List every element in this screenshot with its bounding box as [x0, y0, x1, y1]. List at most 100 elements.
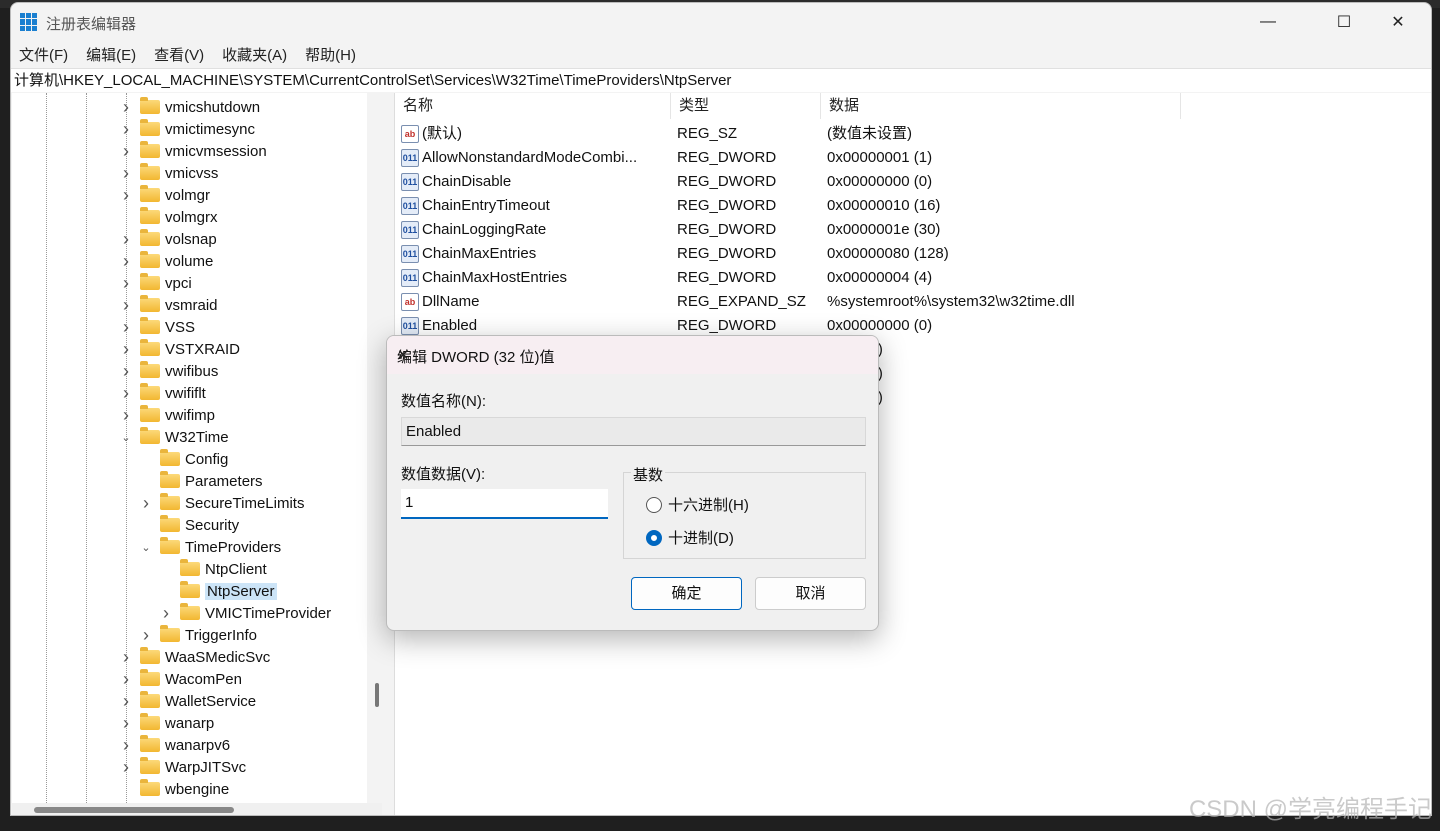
chevron-right-icon[interactable]: ›: [120, 339, 132, 360]
value-row[interactable]: 011 AllowNonstandardModeCombi... REG_DWORD…: [395, 146, 1395, 170]
tree-item[interactable]: Config: [140, 448, 228, 470]
chevron-right-icon[interactable]: ›: [120, 317, 132, 338]
chevron-right-icon[interactable]: ›: [120, 295, 132, 316]
tree-vertical-scrollbar[interactable]: [371, 93, 383, 803]
chevron-down-icon[interactable]: ⌄: [120, 431, 132, 444]
menu-view[interactable]: 查看(V): [154, 44, 204, 65]
menu-edit[interactable]: 编辑(E): [86, 44, 136, 65]
folder-icon: [140, 251, 160, 268]
dword-value-icon: 011: [401, 197, 419, 215]
tree-item[interactable]: › WarpJITSvc: [120, 756, 246, 778]
tree-item[interactable]: › vwifibus: [120, 360, 218, 382]
folder-icon: [140, 273, 160, 290]
tree-item[interactable]: › VMICTimeProvider: [160, 602, 331, 624]
tree-item[interactable]: › VSS: [120, 316, 195, 338]
chevron-right-icon[interactable]: ›: [120, 691, 132, 712]
tree-item[interactable]: wbengine: [120, 778, 229, 800]
tree-item[interactable]: › wanarp: [120, 712, 214, 734]
chevron-right-icon[interactable]: ›: [120, 97, 132, 118]
address-bar[interactable]: 计算机\HKEY_LOCAL_MACHINE\SYSTEM\CurrentCon…: [11, 68, 1431, 92]
tree-item[interactable]: › vmicvss: [120, 162, 218, 184]
tree-item[interactable]: NtpServer: [160, 580, 277, 602]
chevron-right-icon[interactable]: ›: [120, 141, 132, 162]
column-header-type[interactable]: 类型: [671, 93, 821, 119]
tree-item[interactable]: ⌄ TimeProviders: [140, 536, 281, 558]
tree-item[interactable]: › vmicshutdown: [120, 96, 260, 118]
tree-item[interactable]: › vmictimesync: [120, 118, 255, 140]
tree-item[interactable]: › SecureTimeLimits: [140, 492, 304, 514]
tree-item[interactable]: Security: [140, 514, 239, 536]
value-name: ChainMaxHostEntries: [422, 269, 568, 286]
tree-item[interactable]: › WacomPen: [120, 668, 242, 690]
menu-help[interactable]: 帮助(H): [305, 44, 356, 65]
tree-item[interactable]: volmgrx: [120, 206, 218, 228]
value-row[interactable]: 011 ChainMaxHostEntries REG_DWORD 0x0000000…: [395, 266, 1395, 290]
tree-item[interactable]: NtpClient: [160, 558, 267, 580]
tree-item[interactable]: › TriggerInfo: [140, 624, 257, 646]
dialog-close-icon[interactable]: ✕: [397, 346, 866, 364]
chevron-right-icon[interactable]: ›: [120, 383, 132, 404]
menu-favorites[interactable]: 收藏夹(A): [222, 44, 287, 65]
menu-bar: 文件(F) 编辑(E) 查看(V) 收藏夹(A) 帮助(H): [11, 41, 1431, 67]
tree-item[interactable]: Parameters: [140, 470, 263, 492]
value-row[interactable]: ab (默认) REG_SZ (数值未设置): [395, 122, 1395, 146]
chevron-right-icon[interactable]: ›: [120, 735, 132, 756]
value-row[interactable]: ab DllName REG_EXPAND_SZ %systemroot%\syste…: [395, 290, 1395, 314]
chevron-right-icon[interactable]: ›: [120, 185, 132, 206]
folder-icon: [140, 669, 160, 686]
tree-item[interactable]: › volmgr: [120, 184, 210, 206]
tree-item[interactable]: › wanarpv6: [120, 734, 230, 756]
value-data: %systemroot%\system32\w32time.dll: [827, 293, 1075, 310]
tree-item[interactable]: › WaaSMedicSvc: [120, 646, 270, 668]
maximize-button[interactable]: ☐: [1321, 3, 1367, 41]
menu-file[interactable]: 文件(F): [19, 44, 68, 65]
chevron-down-icon[interactable]: ⌄: [140, 541, 152, 554]
value-row[interactable]: 011 ChainDisable REG_DWORD 0x00000000 (0): [395, 170, 1395, 194]
chevron-right-icon[interactable]: ›: [120, 647, 132, 668]
value-row[interactable]: 011 ChainEntryTimeout REG_DWORD 0x00000010 …: [395, 194, 1395, 218]
value-type: REG_DWORD: [677, 245, 777, 262]
chevron-right-icon[interactable]: ›: [120, 405, 132, 426]
dword-value-icon: 011: [401, 149, 419, 167]
scrollbar-thumb[interactable]: [375, 683, 379, 707]
decimal-radio[interactable]: 十进制(D): [646, 527, 734, 548]
tree-item[interactable]: ⌄ W32Time: [120, 426, 229, 448]
chevron-right-icon[interactable]: ›: [120, 757, 132, 778]
chevron-right-icon[interactable]: ›: [120, 361, 132, 382]
column-header-data[interactable]: 数据: [821, 93, 1181, 119]
chevron-right-icon[interactable]: ›: [140, 493, 152, 514]
chevron-right-icon[interactable]: ›: [120, 251, 132, 272]
chevron-right-icon[interactable]: ›: [120, 669, 132, 690]
tree-item[interactable]: › vsmraid: [120, 294, 218, 316]
chevron-right-icon[interactable]: ›: [120, 229, 132, 250]
tree-item[interactable]: › volsnap: [120, 228, 217, 250]
tree-item[interactable]: › vwififlt: [120, 382, 206, 404]
tree-item[interactable]: › WalletService: [120, 690, 256, 712]
cancel-button[interactable]: 取消: [755, 577, 866, 610]
chevron-right-icon[interactable]: ›: [160, 603, 172, 624]
minimize-button[interactable]: —: [1245, 3, 1291, 41]
tree-item[interactable]: › vwifimp: [120, 404, 215, 426]
tree-horizontal-scrollbar[interactable]: [12, 803, 382, 815]
chevron-right-icon[interactable]: ›: [120, 119, 132, 140]
value-data-input[interactable]: 1: [401, 489, 608, 519]
tree-item[interactable]: › volume: [120, 250, 213, 272]
ok-button[interactable]: 确定: [631, 577, 742, 610]
chevron-right-icon[interactable]: ›: [140, 625, 152, 646]
tree-item-label: VSTXRAID: [165, 340, 241, 358]
value-row[interactable]: 011 ChainLoggingRate REG_DWORD 0x0000001e (…: [395, 218, 1395, 242]
chevron-right-icon[interactable]: ›: [120, 273, 132, 294]
value-type: REG_DWORD: [677, 197, 777, 214]
tree-item[interactable]: › vmicvmsession: [120, 140, 267, 162]
tree-item[interactable]: › vpci: [120, 272, 192, 294]
value-row[interactable]: 011 ChainMaxEntries REG_DWORD 0x00000080 (1…: [395, 242, 1395, 266]
scrollbar-thumb[interactable]: [34, 807, 234, 813]
tree-item-label: Security: [185, 516, 240, 534]
column-header-name[interactable]: 名称: [395, 93, 671, 119]
hex-radio[interactable]: 十六进制(H): [646, 494, 749, 515]
tree-item[interactable]: › VSTXRAID: [120, 338, 240, 360]
close-button[interactable]: ✕: [1375, 3, 1421, 41]
chevron-right-icon[interactable]: ›: [120, 163, 132, 184]
chevron-right-icon[interactable]: ›: [120, 713, 132, 734]
value-data: 0x00000000 (0): [827, 173, 933, 190]
